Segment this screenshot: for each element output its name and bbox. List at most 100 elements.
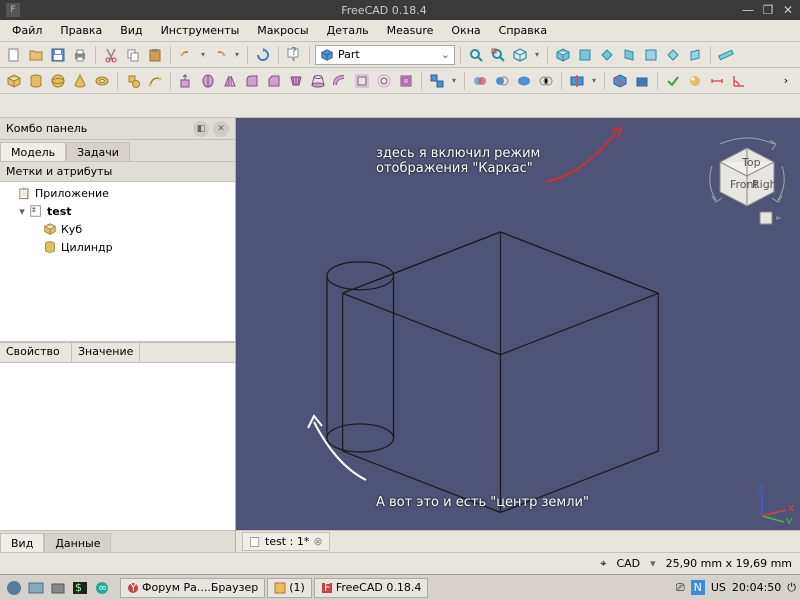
view-rear-icon[interactable] — [641, 45, 661, 65]
tree-item-cylinder[interactable]: Цилиндр — [2, 238, 233, 256]
cut-bool-icon[interactable] — [492, 71, 512, 91]
cylinder-icon[interactable] — [26, 71, 46, 91]
offset2d-icon[interactable] — [374, 71, 394, 91]
tray-network-icon[interactable]: N — [691, 580, 705, 595]
tray-filter-icon[interactable]: ⎚ — [676, 581, 685, 595]
new-file-icon[interactable] — [4, 45, 24, 65]
tree-app[interactable]: 📋Приложение — [2, 184, 233, 202]
close-button[interactable]: ✕ — [782, 4, 794, 16]
union-icon[interactable] — [514, 71, 534, 91]
3d-viewport[interactable]: здесь я включил режим отображения "Карка… — [236, 118, 800, 530]
arduino-icon[interactable]: ∞ — [92, 578, 112, 598]
undo-icon[interactable] — [176, 45, 196, 65]
tab-tasks[interactable]: Задачи — [66, 142, 130, 161]
menu-edit[interactable]: Правка — [52, 22, 110, 39]
view-left-icon[interactable] — [685, 45, 705, 65]
tab-model[interactable]: Модель — [0, 142, 66, 161]
primitives-icon[interactable] — [123, 71, 143, 91]
tray-clock[interactable]: 20:04:50 — [732, 581, 781, 594]
tab-view[interactable]: Вид — [0, 533, 44, 552]
save-file-icon[interactable] — [48, 45, 68, 65]
extrude-icon[interactable] — [176, 71, 196, 91]
box-icon[interactable] — [4, 71, 24, 91]
minimize-button[interactable]: — — [742, 4, 754, 16]
maximize-button[interactable]: ❐ — [762, 4, 774, 16]
zoom-selection-icon[interactable] — [488, 45, 508, 65]
menu-view[interactable]: Вид — [112, 22, 150, 39]
paste-icon[interactable] — [145, 45, 165, 65]
appearance-icon[interactable] — [685, 71, 705, 91]
measure-linear-icon[interactable] — [707, 71, 727, 91]
model-tree[interactable]: 📋Приложение ▾test Куб Цилиндр — [0, 182, 235, 342]
tray-lang[interactable]: US — [711, 581, 726, 594]
menu-part[interactable]: Деталь — [319, 22, 377, 39]
terminal-icon[interactable]: $ — [70, 578, 90, 598]
open-file-icon[interactable] — [26, 45, 46, 65]
measure-angular-icon[interactable] — [729, 71, 749, 91]
thickness-icon[interactable] — [396, 71, 416, 91]
redo-icon[interactable] — [210, 45, 230, 65]
tray-logout-icon[interactable]: ⏻ — [787, 581, 796, 595]
whatsthis-icon[interactable]: ? — [284, 45, 304, 65]
view-bottom-icon[interactable] — [663, 45, 683, 65]
view-iso-icon[interactable] — [553, 45, 573, 65]
mirror-icon[interactable] — [220, 71, 240, 91]
draw-style-dropdown[interactable]: ▾ — [532, 45, 542, 65]
fillet-icon[interactable] — [242, 71, 262, 91]
measure-icon[interactable] — [716, 45, 736, 65]
tree-document[interactable]: ▾test — [2, 202, 233, 220]
compound-icon[interactable] — [427, 71, 447, 91]
view-top-icon[interactable] — [597, 45, 617, 65]
menu-windows[interactable]: Окна — [443, 22, 488, 39]
close-tab-icon[interactable]: ⊗ — [313, 535, 322, 548]
redo-dropdown[interactable]: ▾ — [232, 45, 242, 65]
boolean-icon[interactable] — [470, 71, 490, 91]
menu-file[interactable]: Файл — [4, 22, 50, 39]
taskbar-freecad[interactable]: FFreeCAD 0.18.4 — [314, 578, 429, 598]
view-right-icon[interactable] — [619, 45, 639, 65]
start-menu-icon[interactable] — [4, 578, 24, 598]
print-icon[interactable] — [70, 45, 90, 65]
taskbar-app2[interactable]: (1) — [267, 578, 312, 598]
shapebuilder-icon[interactable] — [145, 71, 165, 91]
view-front-icon[interactable] — [575, 45, 595, 65]
chamfer-icon[interactable] — [264, 71, 284, 91]
status-locate-icon[interactable]: ⌖ — [600, 557, 606, 571]
nav-mode[interactable]: CAD — [616, 557, 640, 570]
show-desktop-icon[interactable] — [26, 578, 46, 598]
taskbar-browser[interactable]: YФорум Ра....Браузер — [120, 578, 265, 598]
menu-macros[interactable]: Макросы — [249, 22, 316, 39]
sphere-icon[interactable] — [48, 71, 68, 91]
intersect-icon[interactable] — [536, 71, 556, 91]
refresh-icon[interactable] — [253, 45, 273, 65]
zoom-fit-icon[interactable] — [466, 45, 486, 65]
check-icon[interactable] — [663, 71, 683, 91]
tab-data[interactable]: Данные — [44, 533, 111, 552]
files-icon[interactable] — [48, 578, 68, 598]
menu-help[interactable]: Справка — [491, 22, 555, 39]
split-dropdown[interactable]: ▾ — [589, 71, 599, 91]
navigation-cube[interactable]: Front Right Top — [702, 126, 792, 226]
copy-icon[interactable] — [123, 45, 143, 65]
menu-measure[interactable]: Measure — [379, 22, 442, 39]
menu-tools[interactable]: Инструменты — [153, 22, 248, 39]
overflow-icon[interactable]: › — [776, 71, 796, 91]
ruled-icon[interactable] — [286, 71, 306, 91]
torus-icon[interactable] — [92, 71, 112, 91]
section-icon[interactable] — [610, 71, 630, 91]
sweep-icon[interactable] — [330, 71, 350, 91]
panel-close-icon[interactable]: ✕ — [213, 121, 229, 137]
undo-dropdown[interactable]: ▾ — [198, 45, 208, 65]
nav-mode-dropdown[interactable]: ▾ — [650, 557, 656, 570]
split-icon[interactable] — [567, 71, 587, 91]
document-tab[interactable]: test : 1* ⊗ — [242, 532, 330, 551]
cross-section-icon[interactable] — [632, 71, 652, 91]
cut-icon[interactable] — [101, 45, 121, 65]
workbench-selector[interactable]: Part ⌄ — [315, 45, 455, 65]
panel-float-icon[interactable]: ◧ — [193, 121, 209, 137]
loft-icon[interactable] — [308, 71, 328, 91]
tree-item-cube[interactable]: Куб — [2, 220, 233, 238]
offset3d-icon[interactable] — [352, 71, 372, 91]
draw-style-icon[interactable] — [510, 45, 530, 65]
revolve-icon[interactable] — [198, 71, 218, 91]
